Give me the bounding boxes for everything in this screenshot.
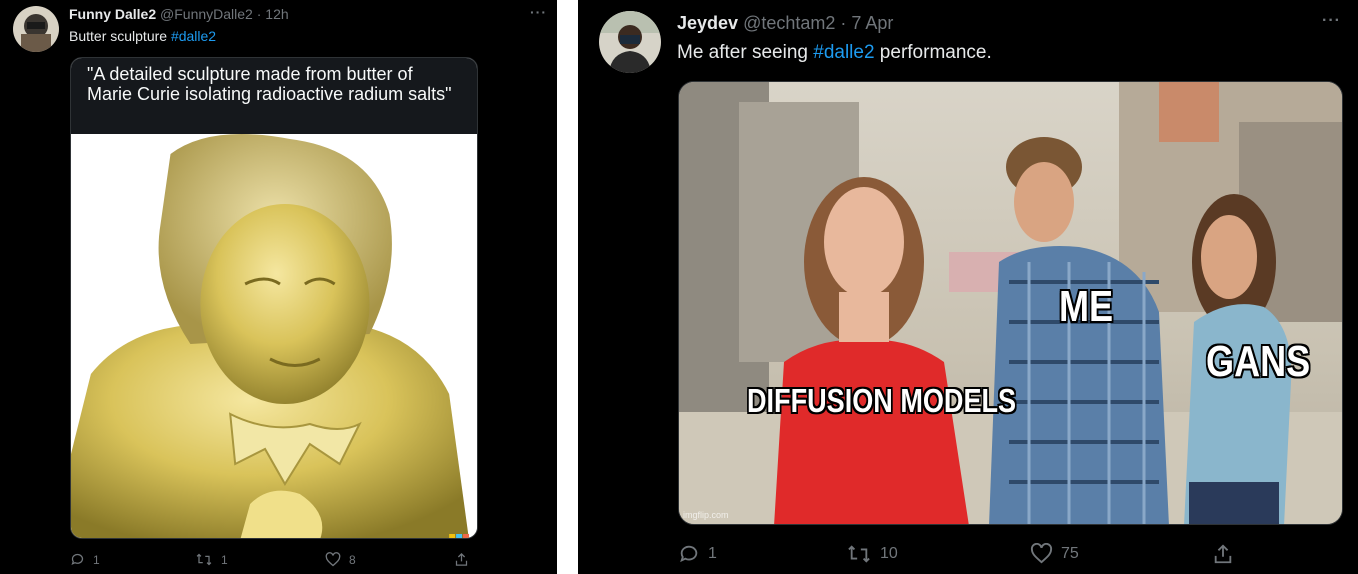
retweet-button[interactable]: 1 bbox=[195, 552, 228, 567]
more-icon[interactable]: ··· bbox=[1322, 12, 1341, 30]
retweet-icon bbox=[848, 545, 870, 563]
author-name[interactable]: Funny Dalle2 bbox=[69, 6, 156, 22]
reply-button[interactable]: 1 bbox=[678, 543, 717, 565]
share-icon bbox=[455, 552, 468, 566]
tweet-text: Butter sculpture #dalle2 bbox=[69, 28, 216, 44]
author-handle[interactable]: @FunnyDalle2 bbox=[160, 6, 253, 22]
tweet-text: Me after seeing #dalle2 performance. bbox=[677, 42, 992, 64]
tweet-header: Jeydev @techtam2 · 7 Apr bbox=[677, 13, 893, 34]
tweet-jeydev[interactable]: Jeydev @techtam2 · 7 Apr ··· Me after se… bbox=[578, 0, 1358, 574]
retweet-icon bbox=[196, 553, 212, 566]
tweet-text-after: performance. bbox=[874, 42, 992, 63]
tweet-text-body: Butter sculpture bbox=[69, 28, 171, 44]
distracted-boyfriend-meme-image bbox=[679, 82, 1342, 524]
like-icon bbox=[325, 552, 341, 567]
tweet-time[interactable]: · 7 Apr bbox=[840, 13, 893, 33]
reply-icon bbox=[680, 545, 698, 563]
tweet-funny-dalle2[interactable]: Funny Dalle2 @FunnyDalle2 · 12h ··· Butt… bbox=[0, 0, 557, 574]
reply-button[interactable]: 1 bbox=[70, 552, 100, 567]
tweet-time[interactable]: · 12h bbox=[257, 6, 289, 22]
reply-count: 1 bbox=[93, 552, 100, 567]
like-button[interactable]: 75 bbox=[1030, 543, 1079, 564]
retweet-count: 10 bbox=[880, 545, 898, 562]
page: Funny Dalle2 @FunnyDalle2 · 12h ··· Butt… bbox=[0, 0, 1358, 574]
avatar[interactable] bbox=[13, 6, 59, 52]
reply-icon bbox=[71, 553, 84, 566]
tweet-text-before: Me after seeing bbox=[677, 42, 814, 63]
share-icon bbox=[1214, 544, 1232, 564]
retweet-count: 1 bbox=[221, 552, 228, 567]
retweet-button[interactable]: 10 bbox=[846, 543, 898, 565]
image-caption: "A detailed sculpture made from butter o… bbox=[71, 58, 477, 134]
more-icon[interactable]: ··· bbox=[530, 4, 547, 20]
tweet-image[interactable]: "A detailed sculpture made from butter o… bbox=[70, 57, 478, 539]
hashtag-link[interactable]: #dalle2 bbox=[171, 28, 216, 44]
tweet-image[interactable]: DIFFUSION MODELS ME GANS imgflip.com bbox=[678, 81, 1343, 525]
like-icon bbox=[1030, 543, 1053, 564]
like-count: 8 bbox=[349, 552, 356, 567]
imgflip-watermark: imgflip.com bbox=[683, 510, 729, 520]
author-handle[interactable]: @techtam2 bbox=[743, 13, 835, 33]
reply-count: 1 bbox=[708, 545, 717, 562]
share-button[interactable] bbox=[454, 552, 469, 567]
meme-label-center: ME bbox=[1059, 282, 1114, 331]
hashtag-link[interactable]: #dalle2 bbox=[813, 42, 874, 63]
meme-label-right: GANS bbox=[1206, 337, 1311, 386]
author-name[interactable]: Jeydev bbox=[677, 13, 738, 33]
tweet-actions: 1 1 8 bbox=[70, 552, 478, 570]
tweet-actions: 1 10 75 bbox=[678, 543, 1343, 567]
avatar[interactable] bbox=[599, 11, 661, 73]
like-count: 75 bbox=[1061, 544, 1079, 562]
tweet-header: Funny Dalle2 @FunnyDalle2 · 12h bbox=[69, 6, 289, 22]
like-button[interactable]: 8 bbox=[325, 552, 356, 567]
share-button[interactable] bbox=[1212, 543, 1234, 565]
meme-label-left: DIFFUSION MODELS bbox=[747, 382, 1017, 419]
butter-sculpture-image bbox=[71, 134, 477, 538]
